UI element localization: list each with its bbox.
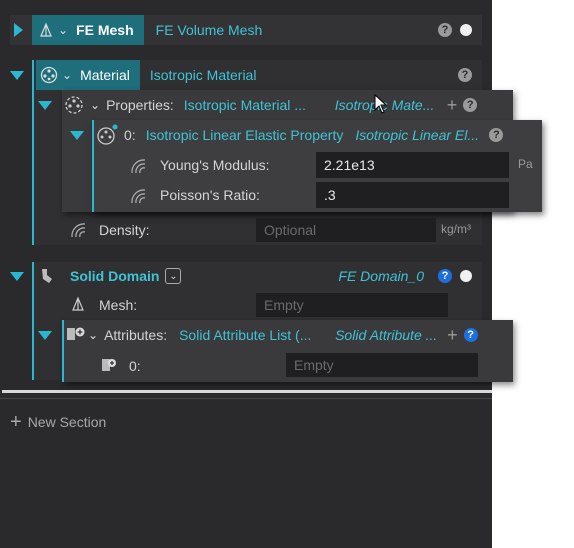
help-icon[interactable]: ?	[458, 68, 472, 82]
youngs-input[interactable]: 2.21e13	[316, 152, 509, 178]
attributes-type[interactable]: Solid Attribute ...	[335, 327, 441, 343]
fe-mesh-label: FE Mesh	[76, 22, 134, 38]
poisson-input[interactable]: .3	[316, 182, 509, 208]
material-label: Material	[80, 67, 130, 83]
mouse-cursor-icon	[374, 94, 388, 114]
status-dot	[460, 24, 472, 36]
dropdown-icon[interactable]: ⌄	[165, 268, 182, 284]
window-edge	[492, 0, 574, 548]
solid-domain-value[interactable]: FE Domain_0	[338, 268, 424, 284]
mesh-input[interactable]: Empty	[256, 293, 448, 317]
add-icon[interactable]: +	[447, 326, 458, 344]
section-divider	[2, 390, 492, 393]
new-section-label: New Section	[27, 414, 107, 430]
add-icon[interactable]: +	[447, 96, 458, 114]
property-index: 0:	[124, 127, 136, 143]
chevron-down-icon[interactable]: ⌄	[62, 68, 72, 82]
material-icon	[40, 66, 58, 84]
new-section-button[interactable]: + New Section	[10, 410, 106, 434]
collapse-icon[interactable]	[10, 271, 24, 281]
mesh-icon	[40, 22, 52, 37]
youngs-unit: Pa	[518, 157, 533, 171]
properties-label: Properties:	[106, 97, 174, 113]
divider	[0, 398, 492, 399]
material-value[interactable]: Isotropic Material	[150, 67, 257, 83]
status-dot	[460, 270, 472, 282]
attributes-icon	[67, 327, 85, 340]
help-icon[interactable]: ?	[463, 328, 478, 342]
density-unit: kg/m³	[441, 222, 471, 236]
expand-icon[interactable]	[14, 23, 23, 37]
property-value[interactable]: Isotropic Linear Elastic Property	[146, 127, 344, 143]
field-link-icon[interactable]	[68, 220, 88, 240]
help-icon[interactable]: ?	[438, 23, 452, 37]
field-link-icon[interactable]	[128, 156, 148, 176]
help-icon[interactable]: ?	[463, 98, 478, 112]
fe-mesh-badge: ⌄ FE Mesh	[32, 15, 144, 45]
material-badge: ⌄ Material	[36, 60, 140, 90]
solid-domain-label: Solid Domain	[70, 268, 160, 284]
attribute-item-input[interactable]: Empty	[286, 353, 478, 377]
attributes-label: Attributes:	[104, 327, 168, 343]
chevron-down-icon[interactable]: ⌄	[88, 328, 98, 342]
collapse-icon[interactable]	[10, 70, 24, 80]
solid-domain-row[interactable]: Solid Domain ⌄ FE Domain_0 ?	[10, 262, 482, 290]
chevron-down-icon[interactable]: ⌄	[90, 98, 100, 112]
properties-icon	[65, 96, 83, 114]
property-icon	[97, 124, 118, 145]
collapse-icon[interactable]	[38, 330, 52, 340]
property-type[interactable]: Isotropic Linear El...	[355, 127, 481, 143]
field-link-icon[interactable]	[128, 186, 148, 206]
help-icon[interactable]: ?	[489, 128, 504, 142]
property-item-row[interactable]: 0: Isotropic Linear Elastic Property Iso…	[70, 120, 542, 150]
fe-mesh-row[interactable]: ⌄ FE Mesh FE Volume Mesh ?	[10, 15, 482, 45]
poisson-label: Poisson's Ratio:	[160, 187, 260, 203]
fe-mesh-value[interactable]: FE Volume Mesh	[156, 22, 263, 38]
attributes-row[interactable]: ⌄ Attributes: Solid Attribute List (... …	[38, 320, 513, 350]
attributes-value[interactable]: Solid Attribute List (...	[179, 327, 325, 343]
plus-icon: +	[10, 411, 22, 433]
attribute-item-index: 0:	[129, 358, 141, 374]
properties-value[interactable]: Isotropic Material ...	[184, 97, 329, 113]
material-row[interactable]: ⌄ Material Isotropic Material ?	[10, 60, 482, 90]
mesh-icon	[72, 296, 84, 311]
mesh-label: Mesh:	[99, 297, 138, 313]
collapse-icon[interactable]	[38, 100, 52, 110]
density-input[interactable]: Optional	[256, 218, 436, 242]
density-label: Density:	[99, 222, 150, 238]
solid-domain-icon	[42, 269, 52, 283]
properties-row[interactable]: ⌄ Properties: Isotropic Material ... Iso…	[38, 90, 513, 120]
chevron-down-icon[interactable]: ⌄	[58, 23, 68, 37]
attribute-item-icon	[102, 359, 116, 371]
help-icon[interactable]: ?	[438, 269, 452, 283]
collapse-icon[interactable]	[70, 130, 84, 140]
youngs-label: Young's Modulus:	[160, 157, 270, 173]
